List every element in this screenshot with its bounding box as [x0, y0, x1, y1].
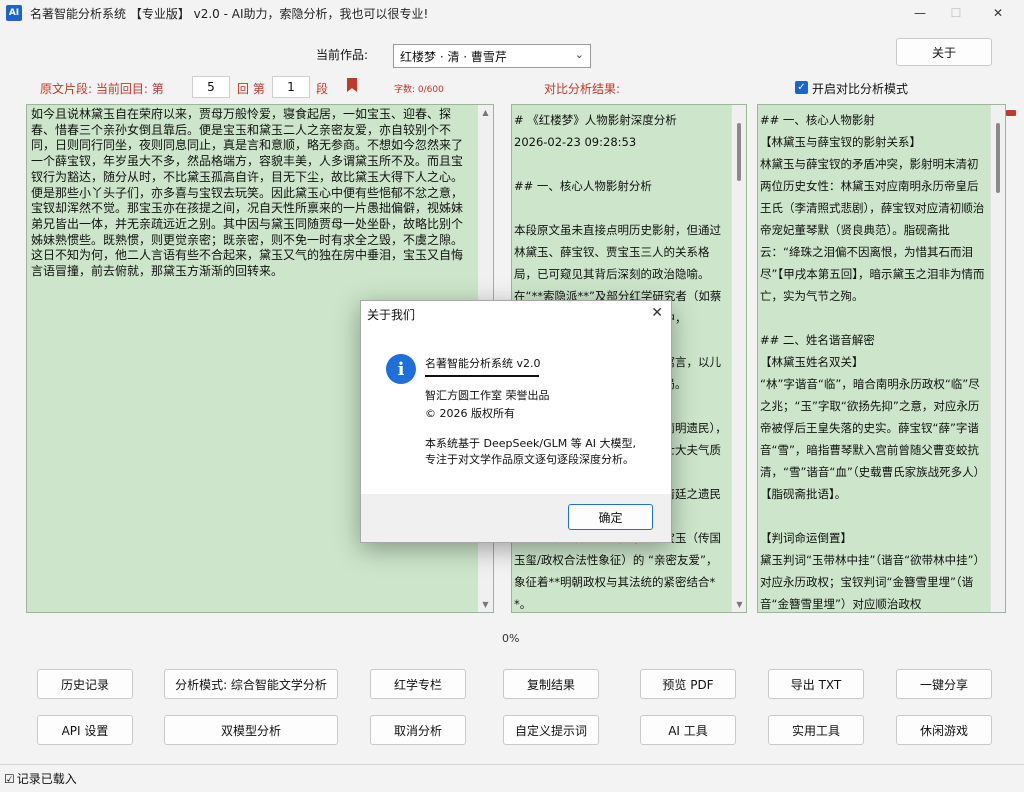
- custom-prompt-button[interactable]: 自定义提示词: [503, 715, 599, 745]
- compare-mode-checkbox[interactable]: ✓: [795, 81, 808, 94]
- dual-model-button[interactable]: 双模型分析: [164, 715, 338, 745]
- history-button[interactable]: 历史记录: [37, 669, 133, 699]
- analysis-scrollbar[interactable]: ▼: [731, 105, 746, 612]
- analysis-mode-button[interactable]: 分析模式: 综合智能文学分析: [164, 669, 338, 699]
- dialog-body: i 名著智能分析系统 v2.0 智汇方圆工作室 荣誉出品 © 2026 版权所有…: [361, 327, 671, 494]
- segment-label: 原文片段: 当前回目: 第: [40, 82, 164, 96]
- about-dialog: 关于我们 ✕ i 名著智能分析系统 v2.0 智汇方圆工作室 荣誉出品 © 20…: [360, 300, 672, 543]
- original-text[interactable]: 如今且说林黛玉自在荣府以来，贾母万般怜爱，寝食起居，一如宝玉、迎春、探春、惜春三…: [27, 105, 493, 282]
- dialog-desc-2: 专注于对文学作品原文逐句逐段深度分析。: [425, 453, 634, 466]
- analysis-scroll-thumb[interactable]: [737, 123, 741, 181]
- scroll-down-icon[interactable]: ▼: [478, 597, 493, 612]
- minimize-button[interactable]: —: [900, 0, 940, 26]
- bookmark-icon[interactable]: [347, 78, 357, 92]
- app-icon: AI: [6, 5, 22, 21]
- ok-button[interactable]: 确定: [568, 504, 653, 530]
- chapter-suffix-label: 回 第: [237, 82, 265, 96]
- maximize-button[interactable]: ☐: [936, 0, 976, 26]
- compare-scrollbar[interactable]: [990, 105, 1005, 612]
- compare-result-pane[interactable]: ## 一、核心人物影射 【林黛玉与薛宝钗的影射关系】 林黛玉与薛宝钗的矛盾冲突，…: [757, 104, 1006, 613]
- close-icon[interactable]: ✕: [651, 305, 663, 321]
- copy-result-button[interactable]: 复制结果: [503, 669, 599, 699]
- progress-text: 0%: [502, 632, 520, 645]
- export-txt-button[interactable]: 导出 TXT: [768, 669, 864, 699]
- games-button[interactable]: 休闲游戏: [896, 715, 992, 745]
- share-button[interactable]: 一键分享: [896, 669, 992, 699]
- checkbox-icon: ☑: [4, 771, 15, 786]
- dialog-copyright: © 2026 版权所有: [425, 407, 515, 420]
- ai-tools-button[interactable]: AI 工具: [640, 715, 736, 745]
- status-text: 记录已载入: [16, 772, 77, 786]
- paragraph-suffix-label: 段: [316, 82, 329, 96]
- dialog-divider: [425, 375, 539, 377]
- title-bar: AI 名著智能分析系统 【专业版】 v2.0 - AI助力，索隐分析，我也可以很…: [0, 0, 1024, 26]
- work-label: 当前作品:: [316, 48, 369, 62]
- dialog-title-bar: 关于我们 ✕: [361, 301, 671, 327]
- work-select[interactable]: 红楼梦 · 清 · 曹雪芹 ⌄: [393, 44, 591, 68]
- chevron-down-icon: ⌄: [574, 48, 584, 61]
- scroll-down-icon[interactable]: ▼: [732, 597, 746, 612]
- info-icon: i: [386, 354, 416, 384]
- api-settings-button[interactable]: API 设置: [37, 715, 133, 745]
- paragraph-input[interactable]: 1: [272, 76, 310, 98]
- redology-button[interactable]: 红学专栏: [370, 669, 466, 699]
- work-select-value: 红楼梦 · 清 · 曹雪芹: [400, 49, 507, 64]
- dialog-title: 关于我们: [367, 307, 416, 322]
- compare-mode-label[interactable]: 开启对比分析模式: [812, 80, 908, 97]
- compare-result-label: 对比分析结果:: [544, 82, 621, 96]
- cancel-analysis-button[interactable]: 取消分析: [370, 715, 466, 745]
- compare-scroll-thumb[interactable]: [996, 123, 1000, 193]
- window-title: 名著智能分析系统 【专业版】 v2.0 - AI助力，索隐分析，我也可以很专业!: [30, 6, 429, 21]
- close-window-button[interactable]: ✕: [978, 0, 1018, 26]
- about-button[interactable]: 关于: [896, 38, 992, 66]
- compare-text[interactable]: ## 一、核心人物影射 【林黛玉与薛宝钗的影射关系】 林黛玉与薛宝钗的矛盾冲突，…: [758, 105, 1005, 612]
- chapter-input[interactable]: 5: [192, 76, 230, 98]
- preview-pdf-button[interactable]: 预览 PDF: [640, 669, 736, 699]
- utilities-button[interactable]: 实用工具: [768, 715, 864, 745]
- dialog-studio: 智汇方圆工作室 荣誉出品: [425, 389, 550, 402]
- scroll-up-icon[interactable]: ▲: [478, 105, 493, 120]
- dialog-desc-1: 本系统基于 DeepSeek/GLM 等 AI 大模型,: [425, 437, 636, 450]
- char-count: 字数: 0/600: [394, 85, 444, 95]
- status-bar: ☑ 记录已载入: [0, 764, 1024, 792]
- dialog-app-name: 名著智能分析系统 v2.0: [425, 357, 541, 370]
- pencil-icon[interactable]: [1006, 110, 1016, 116]
